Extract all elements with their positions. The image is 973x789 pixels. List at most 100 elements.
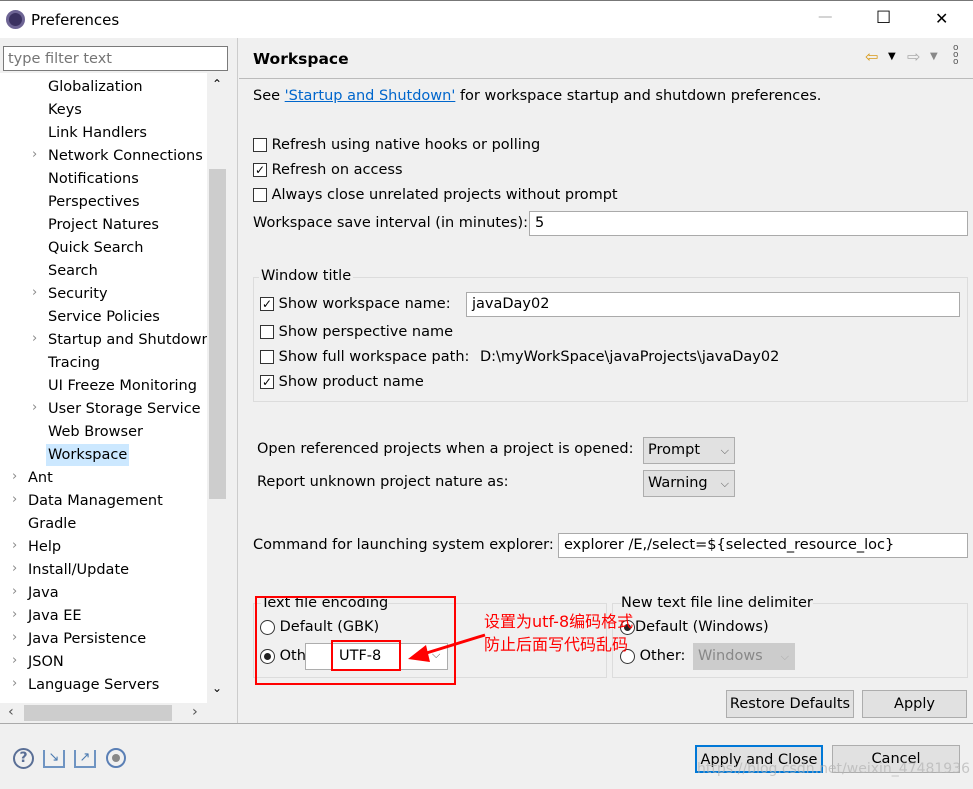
scroll-left-icon[interactable]: ‹ (8, 704, 14, 720)
tree-item[interactable]: Notifications (46, 168, 141, 190)
report-label: Report unknown project nature as: (257, 474, 509, 490)
back-dropdown-icon[interactable]: ▼ (888, 51, 896, 62)
scroll-right-icon[interactable]: › (192, 704, 198, 720)
apply-button[interactable]: Apply (862, 690, 967, 718)
radio-label: Other: (639, 648, 686, 664)
tree-item[interactable]: Quick Search (46, 237, 145, 259)
watermark: https://blog.csdn.net/weixin_47481936 (697, 761, 971, 777)
forward-icon[interactable]: ⇨ (907, 47, 920, 66)
help-icon[interactable]: ? (13, 748, 34, 769)
tree-item[interactable]: Startup and Shutdown (46, 329, 207, 351)
select-value: Prompt (648, 442, 701, 458)
tree-item[interactable]: Java Persistence (26, 628, 148, 650)
report-select[interactable]: Warning ⌵ (643, 470, 735, 497)
scroll-thumb[interactable] (209, 169, 226, 499)
tree-vertical-scrollbar[interactable]: ⌃ ⌄ (207, 73, 228, 703)
tree-item[interactable]: Perspectives (46, 191, 142, 213)
tree-item[interactable]: Web Browser (46, 421, 145, 443)
full-path-value: D:\myWorkSpace\javaProjects\javaDay02 (480, 349, 780, 365)
tree-item[interactable]: Keys (46, 99, 84, 121)
save-interval-label: Workspace save interval (in minutes): (253, 215, 529, 231)
tree-item[interactable]: Network Connections (46, 145, 205, 167)
expand-arrow-icon[interactable]: › (12, 561, 17, 576)
checkbox-box[interactable] (260, 350, 274, 364)
expand-arrow-icon[interactable]: › (32, 285, 37, 300)
h-scroll-thumb[interactable] (24, 705, 172, 721)
annotation-line2: 防止后面写代码乱码 (484, 635, 629, 654)
tree-item[interactable]: Workspace (46, 444, 130, 466)
tree-item[interactable]: Globalization (46, 76, 145, 98)
import-icon[interactable]: ↘ (43, 750, 65, 768)
refresh-access-checkbox[interactable]: ✓ Refresh on access (253, 162, 403, 178)
expand-arrow-icon[interactable]: › (12, 492, 17, 507)
filter-input[interactable] (3, 46, 228, 71)
open-ref-select[interactable]: Prompt ⌵ (643, 437, 735, 464)
expand-arrow-icon[interactable]: › (12, 538, 17, 553)
menu-icon[interactable]: ooo (953, 44, 959, 67)
expand-arrow-icon[interactable]: › (12, 607, 17, 622)
page-title: Workspace (253, 50, 349, 68)
checkbox-label: Show perspective name (278, 324, 454, 340)
delimiter-other-radio[interactable]: Other: (620, 648, 685, 664)
checkbox-label: Refresh on access (271, 162, 403, 178)
tree-item[interactable]: Service Policies (46, 306, 162, 328)
restore-defaults-button[interactable]: Restore Defaults (726, 690, 854, 718)
tree-item[interactable]: Java EE (26, 605, 84, 627)
export-icon[interactable]: ↗ (74, 750, 96, 768)
tree-horizontal-scrollbar[interactable]: ‹ › (0, 703, 228, 723)
refresh-native-checkbox[interactable]: Refresh using native hooks or polling (253, 137, 540, 153)
tree-item[interactable]: Security (46, 283, 110, 305)
maximize-button[interactable]: ☐ (876, 8, 891, 28)
checkbox-box[interactable]: ✓ (253, 163, 267, 177)
tree-item[interactable]: User Storage Service (46, 398, 203, 420)
close-button[interactable]: ✕ (935, 9, 948, 28)
checkbox-box[interactable] (260, 325, 274, 339)
tree-item[interactable]: Language Servers (26, 674, 161, 696)
window-title: Preferences (31, 11, 120, 29)
checkbox-box[interactable] (253, 138, 267, 152)
expand-arrow-icon[interactable]: › (12, 653, 17, 668)
radio-label: Default (Windows) (635, 619, 769, 635)
always-close-checkbox[interactable]: Always close unrelated projects without … (253, 187, 618, 203)
tree-item[interactable]: Ant (26, 467, 55, 489)
show-full-path-checkbox[interactable]: Show full workspace path: (260, 349, 469, 365)
delimiter-default-radio[interactable]: Default (Windows) (620, 619, 769, 635)
scroll-down-icon[interactable]: ⌄ (212, 681, 222, 695)
back-icon[interactable]: ⇦ (865, 47, 878, 66)
save-interval-input[interactable]: 5 (529, 211, 968, 236)
cmd-input[interactable]: explorer /E,/select=${selected_resource_… (558, 533, 968, 558)
tree-item[interactable]: Link Handlers (46, 122, 149, 144)
scroll-up-icon[interactable]: ⌃ (212, 77, 222, 91)
checkbox-box[interactable]: ✓ (260, 297, 274, 311)
tree-item[interactable]: Help (26, 536, 63, 558)
expand-arrow-icon[interactable]: › (12, 676, 17, 691)
expand-arrow-icon[interactable]: › (12, 469, 17, 484)
tree-item[interactable]: Search (46, 260, 100, 282)
record-icon[interactable] (106, 748, 126, 768)
tree-item[interactable]: UI Freeze Monitoring (46, 375, 199, 397)
checkbox-box[interactable] (253, 188, 267, 202)
chevron-down-icon: ⌵ (720, 477, 729, 490)
expand-arrow-icon[interactable]: › (32, 400, 37, 415)
tree-item[interactable]: Data Management (26, 490, 165, 512)
startup-shutdown-link[interactable]: 'Startup and Shutdown' (285, 88, 456, 104)
tree-item[interactable]: JSON (26, 651, 66, 673)
tree-item[interactable]: Tracing (46, 352, 102, 374)
workspace-name-input[interactable]: javaDay02 (466, 292, 960, 317)
expand-arrow-icon[interactable]: › (12, 630, 17, 645)
expand-arrow-icon[interactable]: › (32, 331, 37, 346)
tree-item[interactable]: Gradle (26, 513, 78, 535)
cmd-label: Command for launching system explorer: (253, 537, 554, 553)
show-ws-name-checkbox[interactable]: ✓ Show workspace name: (260, 296, 451, 312)
minimize-button[interactable]: — (818, 9, 833, 25)
checkbox-box[interactable]: ✓ (260, 375, 274, 389)
tree-item[interactable]: Install/Update (26, 559, 131, 581)
forward-dropdown-icon[interactable]: ▼ (930, 51, 938, 62)
show-product-checkbox[interactable]: ✓ Show product name (260, 374, 424, 390)
expand-arrow-icon[interactable]: › (12, 584, 17, 599)
show-perspective-checkbox[interactable]: Show perspective name (260, 324, 453, 340)
tree-item[interactable]: Project Natures (46, 214, 161, 236)
eclipse-icon (6, 10, 25, 29)
tree-item[interactable]: Java (26, 582, 61, 604)
expand-arrow-icon[interactable]: › (32, 147, 37, 162)
